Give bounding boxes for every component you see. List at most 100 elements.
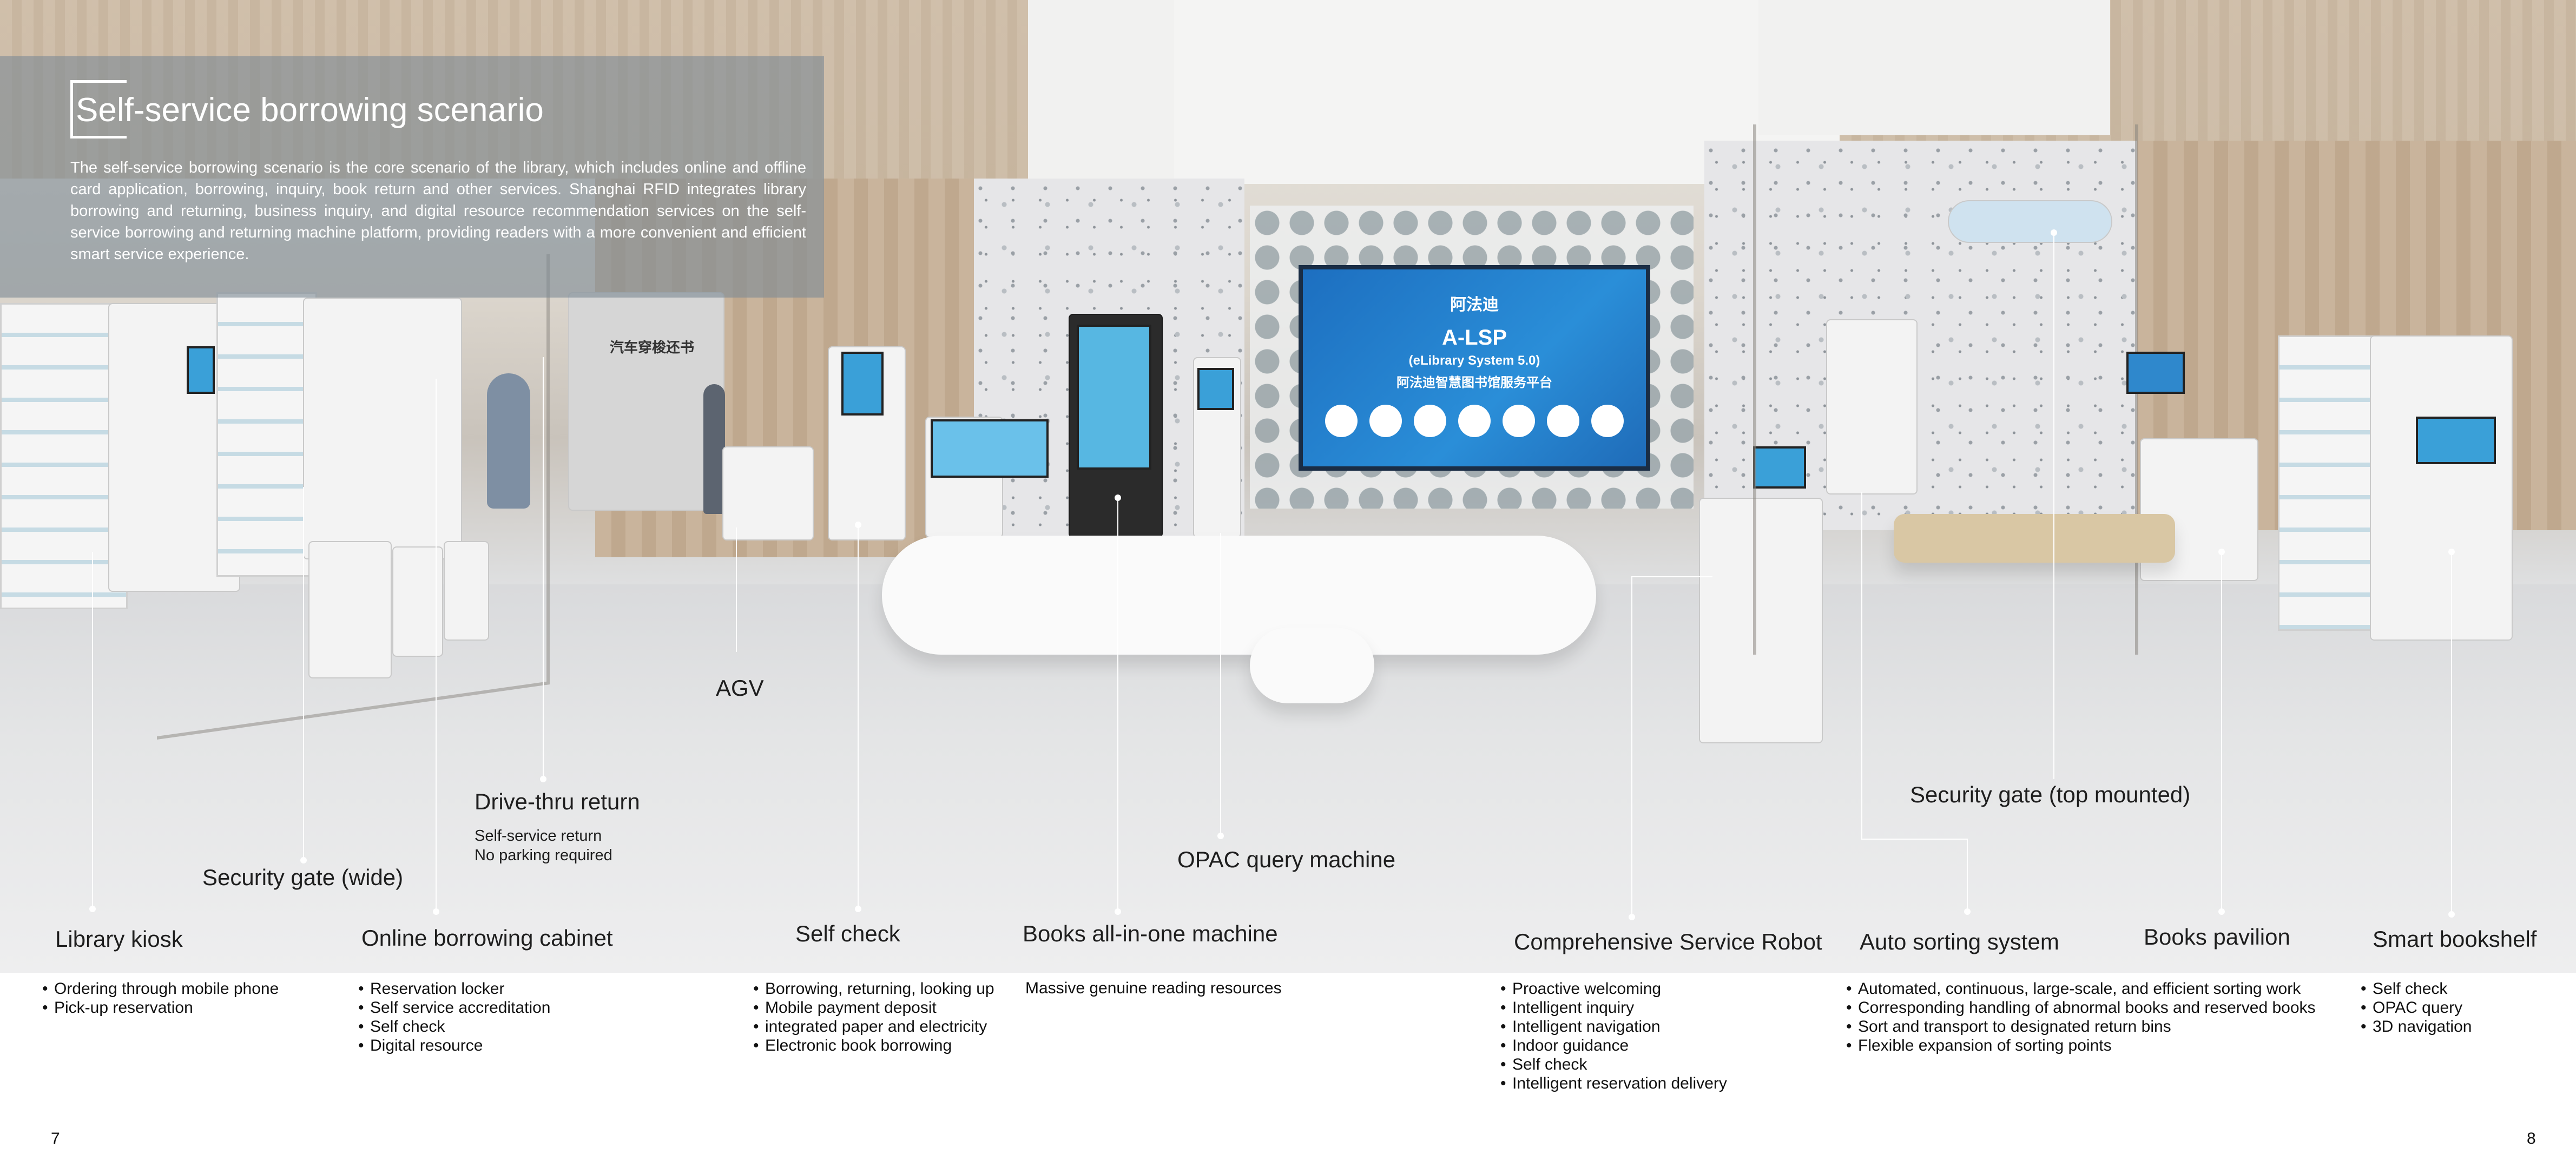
machine-screen	[1077, 325, 1151, 470]
label-library-kiosk: Library kiosk	[55, 926, 183, 952]
list-item: Ordering through mobile phone	[42, 979, 279, 998]
list-item: Self check	[358, 1017, 551, 1036]
service-icon	[1458, 405, 1491, 437]
online-borrowing-cabinet-features: Reservation locker Self service accredit…	[358, 979, 551, 1055]
callout-dot	[2218, 908, 2225, 915]
drive-thru-note: Self-service return	[475, 827, 602, 845]
list-item: Borrowing, returning, looking up	[753, 979, 994, 998]
service-icon	[1547, 405, 1579, 437]
glass-partition	[157, 253, 550, 740]
drive-thru-sign: 汽车穿梭还书	[610, 339, 695, 355]
callout-line	[2451, 552, 2452, 914]
list-item: 3D navigation	[2361, 1017, 2472, 1036]
label-security-gate-top: Security gate (top mounted)	[1910, 782, 2191, 807]
service-icon	[1503, 405, 1535, 437]
callout-line	[1861, 839, 1967, 840]
label-books-pavilion: Books pavilion	[2144, 924, 2290, 950]
self-check-features: Borrowing, returning, looking up Mobile …	[753, 979, 994, 1055]
auto-sorting-machine	[1826, 319, 1918, 495]
list-item: Flexible expansion of sorting points	[1846, 1036, 2316, 1055]
screen-title: A-LSP	[1442, 326, 1507, 350]
service-icon	[1591, 405, 1624, 437]
list-item: Corresponding handling of abnormal books…	[1846, 998, 2316, 1017]
callout-line	[1117, 498, 1118, 912]
callout-line	[858, 525, 859, 909]
service-icon	[1369, 405, 1402, 437]
callout-dot	[1964, 908, 1971, 915]
callout-dot	[433, 908, 439, 915]
callout-dot	[2218, 549, 2225, 555]
list-item: Automated, continuous, large-scale, and …	[1846, 979, 2316, 998]
callout-line	[736, 528, 737, 652]
list-item: Digital resource	[358, 1036, 551, 1055]
table-screen	[931, 419, 1049, 478]
agv-robot	[722, 446, 814, 540]
books-all-in-one-feature: Massive genuine reading resources	[1025, 979, 1282, 997]
alsp-display-screen: 阿法迪 A-LSP (eLibrary System 5.0) 阿法迪智慧图书馆…	[1299, 265, 1650, 471]
callout-dot	[1115, 495, 1121, 501]
list-item: Electronic book borrowing	[753, 1036, 994, 1055]
smart-bookshelf	[2370, 335, 2513, 641]
callout-dot	[1217, 833, 1224, 839]
auto-sorting-features: Automated, continuous, large-scale, and …	[1846, 979, 2316, 1055]
service-icon	[1325, 405, 1358, 437]
label-drive-thru-return: Drive-thru return	[475, 789, 640, 814]
callout-line	[303, 487, 304, 860]
label-opac-query-machine: OPAC query machine	[1177, 847, 1396, 872]
label-smart-bookshelf: Smart bookshelf	[2373, 926, 2537, 952]
opac-screen	[1197, 368, 1234, 410]
service-robot-features: Proactive welcoming Intelligent inquiry …	[1500, 979, 1727, 1093]
label-self-check: Self check	[795, 921, 900, 946]
list-item: Indoor guidance	[1500, 1036, 1727, 1055]
smart-bookshelf-features: Self check OPAC query 3D navigation	[2361, 979, 2472, 1036]
callout-dot	[540, 776, 546, 782]
intro-paragraph: The self-service borrowing scenario is t…	[70, 159, 806, 263]
list-item: Proactive welcoming	[1500, 979, 1727, 998]
label-books-all-in-one-machine: Books all-in-one machine	[1023, 921, 1278, 946]
callout-line	[1631, 576, 1632, 917]
label-online-borrowing-cabinet: Online borrowing cabinet	[361, 925, 613, 951]
list-item: Pick-up reservation	[42, 998, 279, 1017]
ceiling-beam	[1758, 0, 2110, 135]
label-service-robot: Comprehensive Service Robot	[1514, 929, 1822, 954]
curved-sofa	[882, 536, 1596, 655]
callout-dot	[1115, 908, 1121, 915]
label-security-gate-wide: Security gate (wide)	[202, 865, 404, 890]
drive-thru-return-machine: 汽车穿梭还书	[568, 292, 724, 511]
label-auto-sorting-system: Auto sorting system	[1860, 929, 2059, 954]
self-check-screen	[841, 352, 884, 416]
list-item: Intelligent reservation delivery	[1500, 1074, 1727, 1093]
list-item: integrated paper and electricity	[753, 1017, 994, 1036]
list-item: Self check	[1500, 1055, 1727, 1074]
callout-line	[543, 357, 544, 779]
list-item: Self check	[2361, 979, 2472, 998]
list-item: Intelligent navigation	[1500, 1017, 1727, 1036]
list-item: Sort and transport to designated return …	[1846, 1017, 2316, 1036]
screen-cn-title: 阿法迪智慧图书馆服务平台	[1396, 375, 1552, 390]
wall-screen	[2126, 352, 2185, 394]
page-number-left: 7	[51, 1130, 60, 1148]
list-item: Mobile payment deposit	[753, 998, 994, 1017]
callout-dot	[855, 906, 861, 912]
list-item: Intelligent inquiry	[1500, 998, 1727, 1017]
callout-line	[1631, 576, 1712, 577]
callout-line	[1967, 839, 1968, 912]
screen-icon-row	[1303, 405, 1646, 437]
callout-line	[1861, 492, 1862, 839]
label-agv: AGV	[716, 675, 764, 701]
drive-thru-note: No parking required	[475, 847, 612, 864]
bookshelf-screen	[2416, 417, 2496, 464]
security-gate-top-mounted	[1948, 200, 2112, 243]
library-scene-photo: 阿法迪 A-LSP (eLibrary System 5.0) 阿法迪智慧图书馆…	[0, 0, 2576, 973]
screen-brand: 阿法迪	[1450, 296, 1499, 314]
callout-dot	[1629, 914, 1635, 920]
callout-line	[436, 379, 437, 912]
ceiling-beam	[1028, 0, 1174, 179]
callout-dot	[2448, 911, 2455, 918]
page-number-right: 8	[2527, 1130, 2536, 1148]
visitor-figure	[703, 384, 725, 514]
callout-line	[2053, 233, 2054, 779]
page-title: Self-service borrowing scenario	[76, 91, 544, 129]
round-stool	[1250, 628, 1374, 703]
list-item: Self service accreditation	[358, 998, 551, 1017]
